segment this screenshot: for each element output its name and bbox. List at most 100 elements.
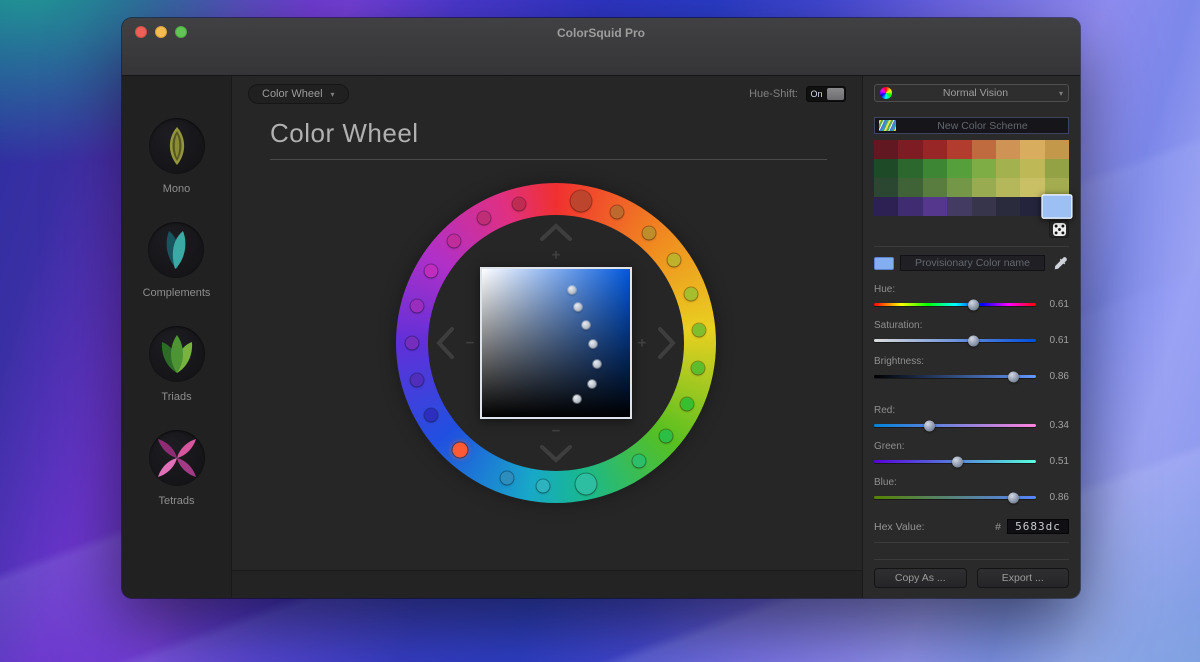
palette-swatch[interactable] <box>874 178 898 197</box>
sidebar-item-mono[interactable]: Mono <box>149 118 205 195</box>
export-button[interactable]: Export ... <box>977 568 1070 588</box>
slider-track[interactable] <box>874 496 1036 499</box>
wheel-selected-marker[interactable] <box>452 443 467 458</box>
scheme-point-dot[interactable] <box>582 321 590 329</box>
slider-thumb[interactable] <box>924 420 935 431</box>
mode-dropdown[interactable]: Color Wheel ▾ <box>248 84 349 104</box>
palette-swatch[interactable] <box>996 178 1020 197</box>
scheme-point-dot[interactable] <box>568 286 576 294</box>
slider-track[interactable] <box>874 303 1036 306</box>
palette-swatch[interactable] <box>1045 140 1069 159</box>
palette-swatch[interactable] <box>996 140 1020 159</box>
palette-swatch[interactable] <box>898 140 922 159</box>
wheel-hue-dot[interactable] <box>500 472 513 485</box>
wheel-hue-dot[interactable] <box>425 265 438 278</box>
palette-swatch[interactable] <box>1020 140 1044 159</box>
page-title: Color Wheel <box>270 118 824 149</box>
palette-swatch[interactable] <box>972 140 996 159</box>
wheel-hue-dot[interactable] <box>425 409 438 422</box>
wheel-hue-dot[interactable] <box>667 254 680 267</box>
desktop: { "window": { "title": "ColorSquid Pro" … <box>0 0 1200 662</box>
wheel-hue-dot[interactable] <box>642 226 655 239</box>
palette-swatch[interactable] <box>898 178 922 197</box>
palette-swatch[interactable] <box>923 140 947 159</box>
palette-swatch[interactable] <box>874 159 898 178</box>
palette-swatch[interactable] <box>972 197 996 216</box>
slider-value: 0.51 <box>1043 456 1069 467</box>
palette-swatch[interactable] <box>947 178 971 197</box>
main-area: Color Wheel ▾ Hue-Shift: On Color Wheel <box>232 76 862 598</box>
hex-input[interactable] <box>1007 519 1069 534</box>
slider-thumb[interactable] <box>952 456 963 467</box>
slider-thumb[interactable] <box>1008 492 1019 503</box>
scheme-point-dot[interactable] <box>573 395 581 403</box>
hue-shift-toggle[interactable]: On <box>806 86 846 102</box>
wheel-hue-dot[interactable] <box>680 397 693 410</box>
palette-swatch[interactable] <box>874 140 898 159</box>
wheel-arrow-up[interactable] <box>538 223 574 241</box>
copy-as-button[interactable]: Copy As ... <box>874 568 967 588</box>
wheel-arrow-down[interactable] <box>538 445 574 463</box>
slider-track[interactable] <box>874 460 1036 463</box>
vision-dropdown-label: Normal Vision <box>898 87 1053 99</box>
wheel-arrow-right[interactable] <box>658 325 676 361</box>
scheme-point-dot[interactable] <box>589 340 597 348</box>
heading-rule <box>270 159 827 160</box>
slider-track[interactable] <box>874 339 1036 342</box>
sidebar-item-complements[interactable]: Complements <box>143 222 211 299</box>
scheme-point-dot[interactable] <box>593 360 601 368</box>
palette-swatch[interactable] <box>1045 159 1069 178</box>
slider-track[interactable] <box>874 375 1036 378</box>
palette-swatch[interactable] <box>996 197 1020 216</box>
palette-swatch[interactable] <box>874 197 898 216</box>
slider-thumb[interactable] <box>968 299 979 310</box>
eyedropper-button[interactable] <box>1051 255 1069 271</box>
wheel-arrow-left[interactable] <box>436 325 454 361</box>
randomize-button[interactable] <box>1049 220 1069 238</box>
color-name-field <box>874 255 1069 271</box>
scheme-point-dot[interactable] <box>574 303 582 311</box>
sidebar-item-tetrads[interactable]: Tetrads <box>149 430 205 507</box>
wheel-hue-dot[interactable] <box>410 299 423 312</box>
wheel-hue-dot[interactable] <box>537 480 550 493</box>
scheme-name-input[interactable] <box>901 120 1064 132</box>
wheel-hue-dot[interactable] <box>410 374 423 387</box>
slider-track[interactable] <box>874 424 1036 427</box>
wheel-hue-dot[interactable] <box>512 197 525 210</box>
wheel-hue-dot[interactable] <box>660 429 673 442</box>
scheme-point-dot[interactable] <box>588 380 596 388</box>
palette-swatch[interactable] <box>923 159 947 178</box>
wheel-hue-dot[interactable] <box>691 362 704 375</box>
vision-dropdown[interactable]: Normal Vision ▾ <box>874 84 1069 102</box>
palette-swatch[interactable] <box>923 197 947 216</box>
palette-swatch[interactable] <box>947 197 971 216</box>
palette-swatch[interactable] <box>972 159 996 178</box>
palette-swatch[interactable] <box>972 178 996 197</box>
slider-thumb[interactable] <box>968 335 979 346</box>
wheel-hue-dot[interactable] <box>571 191 592 212</box>
palette-swatch[interactable] <box>898 197 922 216</box>
palette-swatch[interactable] <box>947 159 971 178</box>
wheel-hue-dot[interactable] <box>406 337 419 350</box>
wheel-hue-dot[interactable] <box>693 324 706 337</box>
wheel-hue-dot[interactable] <box>610 206 623 219</box>
palette-swatch[interactable] <box>996 159 1020 178</box>
plus-sign: + <box>552 247 561 264</box>
palette-swatch[interactable] <box>1020 159 1044 178</box>
wheel-hue-dot[interactable] <box>478 212 491 225</box>
scheme-stripes-icon <box>879 120 896 131</box>
hex-prefix: # <box>995 521 1001 533</box>
palette-swatch[interactable] <box>923 178 947 197</box>
wheel-hue-dot[interactable] <box>448 235 461 248</box>
wheel-hue-dot[interactable] <box>575 473 596 494</box>
toggle-knob-icon <box>827 88 844 100</box>
sidebar-item-triads[interactable]: Triads <box>149 326 205 403</box>
palette-swatch[interactable] <box>898 159 922 178</box>
wheel-hue-dot[interactable] <box>685 287 698 300</box>
color-name-input[interactable] <box>901 256 1044 270</box>
palette-swatch-selected[interactable] <box>1041 194 1073 219</box>
wheel-hue-dot[interactable] <box>632 454 645 467</box>
palette-swatch[interactable] <box>947 140 971 159</box>
saturation-brightness-square[interactable] <box>480 267 632 419</box>
slider-thumb[interactable] <box>1008 371 1019 382</box>
